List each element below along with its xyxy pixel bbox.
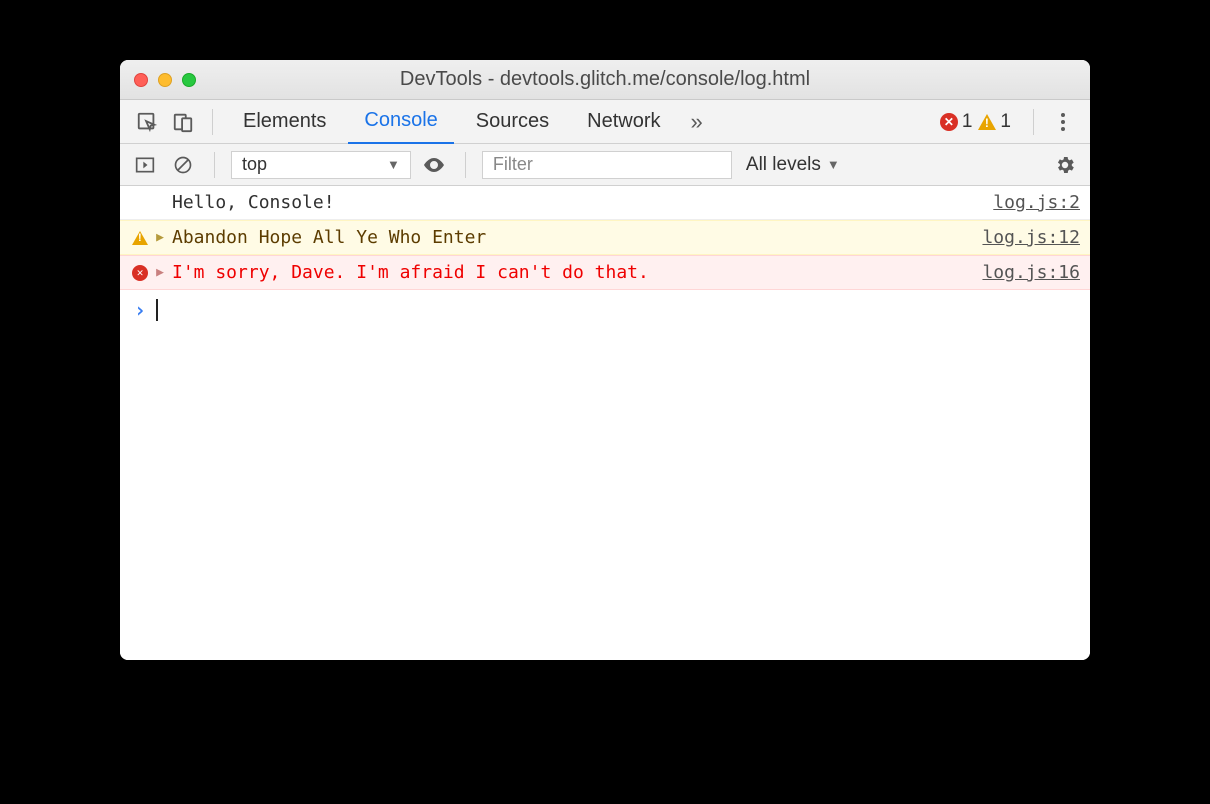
close-window-button[interactable] xyxy=(134,73,148,87)
separator xyxy=(1033,109,1034,135)
error-counter[interactable]: ✕ 1 xyxy=(940,111,973,133)
minimize-window-button[interactable] xyxy=(158,73,172,87)
separator xyxy=(465,152,466,178)
tab-network[interactable]: Network xyxy=(571,100,676,144)
console-toolbar: top ▼ All levels ▼ xyxy=(120,144,1090,186)
warning-icon xyxy=(128,231,152,245)
device-toolbar-icon[interactable] xyxy=(168,107,198,137)
context-value: top xyxy=(242,154,267,175)
warning-counter[interactable]: 1 xyxy=(978,111,1011,133)
chevron-down-icon: ▼ xyxy=(387,157,400,172)
tab-sources[interactable]: Sources xyxy=(460,100,565,144)
console-settings-icon[interactable] xyxy=(1050,150,1080,180)
console-row-warn[interactable]: ▶ Abandon Hope All Ye Who Enter log.js:1… xyxy=(120,220,1090,255)
inspect-element-icon[interactable] xyxy=(132,107,162,137)
source-link[interactable]: log.js:2 xyxy=(993,192,1080,213)
chevron-down-icon: ▼ xyxy=(827,157,840,172)
live-expression-icon[interactable] xyxy=(419,150,449,180)
console-prompt[interactable]: › xyxy=(120,290,1090,330)
log-levels-selector[interactable]: All levels ▼ xyxy=(740,154,846,176)
filter-input[interactable] xyxy=(482,151,732,179)
text-cursor xyxy=(156,299,158,321)
devtools-window: DevTools - devtools.glitch.me/console/lo… xyxy=(120,60,1090,660)
expand-toggle[interactable]: ▶ xyxy=(152,230,168,245)
prompt-caret-icon: › xyxy=(134,298,146,322)
separator xyxy=(212,109,213,135)
source-link[interactable]: log.js:12 xyxy=(982,227,1080,248)
window-title: DevTools - devtools.glitch.me/console/lo… xyxy=(134,68,1076,91)
console-row-error[interactable]: ✕ ▶ I'm sorry, Dave. I'm afraid I can't … xyxy=(120,255,1090,290)
maximize-window-button[interactable] xyxy=(182,73,196,87)
tab-elements[interactable]: Elements xyxy=(227,100,342,144)
titlebar: DevTools - devtools.glitch.me/console/lo… xyxy=(120,60,1090,100)
error-icon: ✕ xyxy=(128,265,152,281)
levels-label: All levels xyxy=(746,154,821,176)
clear-console-icon[interactable] xyxy=(168,150,198,180)
more-options-button[interactable] xyxy=(1048,113,1078,131)
tab-console[interactable]: Console xyxy=(348,100,453,144)
warning-icon xyxy=(978,114,996,130)
overflow-tabs-button[interactable]: » xyxy=(683,109,711,135)
console-output: Hello, Console! log.js:2 ▶ Abandon Hope … xyxy=(120,186,1090,660)
warning-count: 1 xyxy=(1000,111,1011,133)
traffic-lights xyxy=(134,73,196,87)
error-count: 1 xyxy=(962,111,973,133)
context-selector[interactable]: top ▼ xyxy=(231,151,411,179)
error-icon: ✕ xyxy=(940,113,958,131)
issue-counters[interactable]: ✕ 1 1 xyxy=(940,111,1011,133)
separator xyxy=(214,152,215,178)
log-message: Hello, Console! xyxy=(168,192,993,213)
console-row-log[interactable]: Hello, Console! log.js:2 xyxy=(120,186,1090,220)
tab-strip: Elements Console Sources Network » ✕ 1 1 xyxy=(120,100,1090,144)
warn-message: Abandon Hope All Ye Who Enter xyxy=(168,227,982,248)
toggle-sidebar-icon[interactable] xyxy=(130,150,160,180)
error-message: I'm sorry, Dave. I'm afraid I can't do t… xyxy=(168,262,982,283)
expand-toggle[interactable]: ▶ xyxy=(152,265,168,280)
source-link[interactable]: log.js:16 xyxy=(982,262,1080,283)
